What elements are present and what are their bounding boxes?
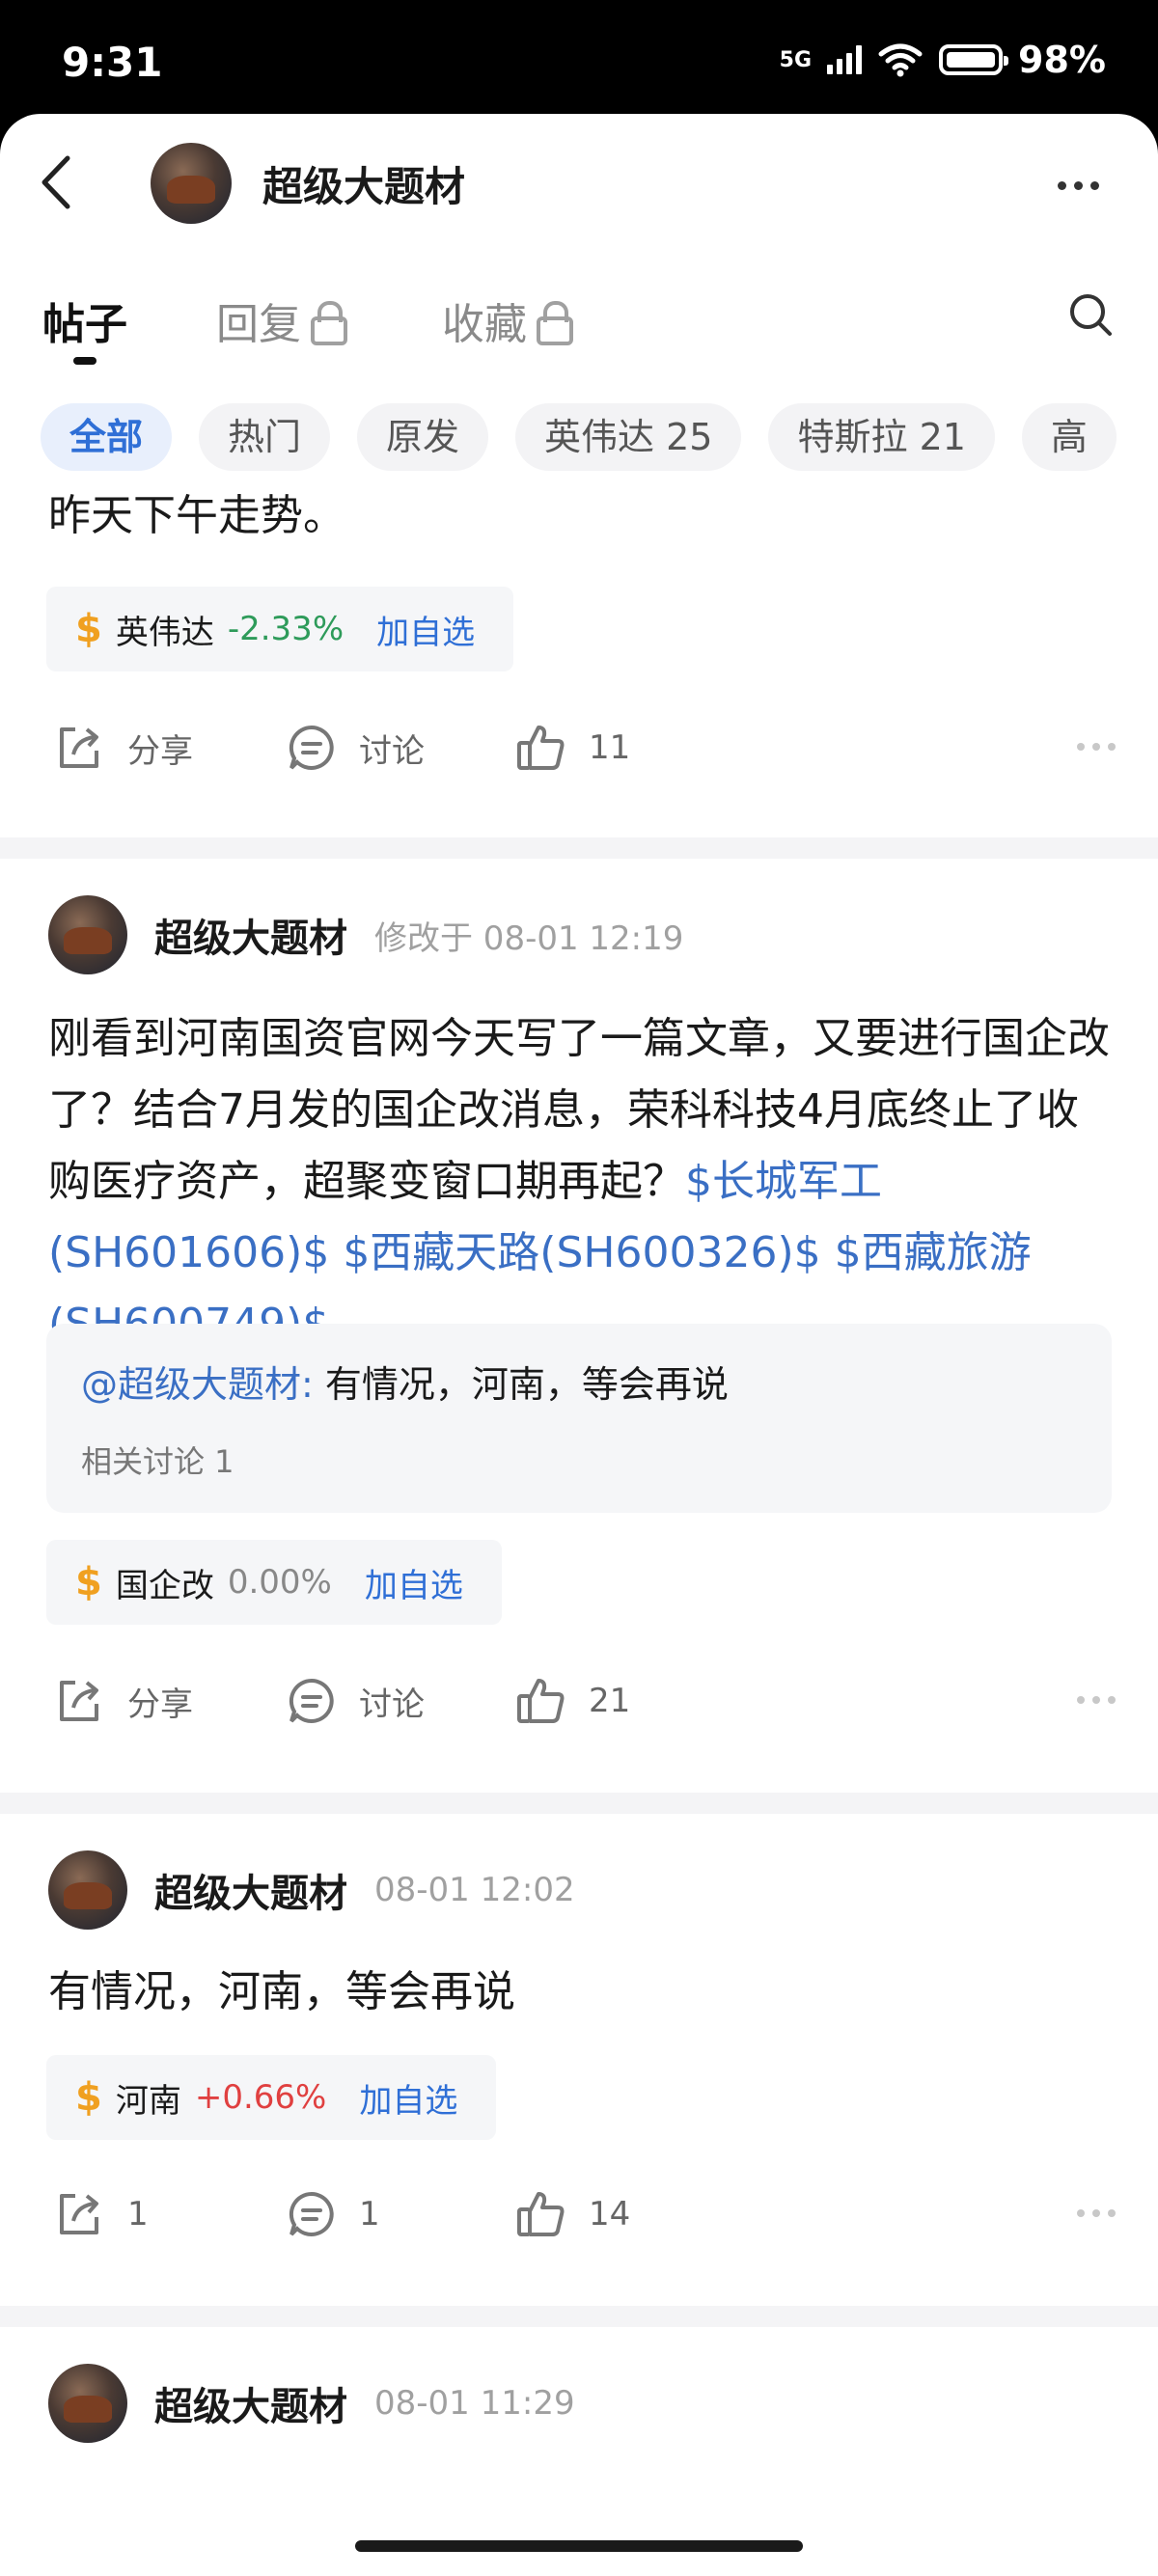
active-tab-indicator [73, 357, 96, 365]
add-watchlist-button[interactable]: 加自选 [359, 2074, 457, 2122]
chip-nvidia[interactable]: 英伟达 25 [515, 403, 742, 471]
lock-icon [537, 301, 573, 345]
dollar-icon: $ [75, 1560, 102, 1604]
like-button[interactable]: 11 [515, 722, 630, 774]
share-button[interactable]: 分享 [54, 722, 193, 774]
chip-tesla[interactable]: 特斯拉 21 [768, 403, 995, 471]
chip-original[interactable]: 原发 [357, 403, 489, 471]
thumbs-up-icon [517, 2192, 565, 2236]
post-time: 08-01 11:29 [374, 2384, 575, 2423]
share-button[interactable]: 分享 [54, 1675, 193, 1727]
discuss-button[interactable]: 1 [286, 2188, 380, 2240]
divider [0, 2306, 1158, 2327]
tab-posts[interactable]: 帖子 [42, 289, 127, 351]
quoted-reply[interactable]: @超级大题材: 有情况，河南，等会再说 相关讨论 1 [46, 1324, 1112, 1513]
thumbs-up-icon [517, 726, 565, 770]
chip-all[interactable]: 全部 [41, 403, 173, 471]
more-icon[interactable] [1077, 743, 1116, 751]
stock-name: 国企改 [115, 1566, 214, 1605]
status-time: 9:31 [62, 39, 163, 86]
like-button[interactable]: 21 [515, 1675, 630, 1727]
post-actions: 分享 讨论 11 [54, 722, 1116, 789]
status-icons: 5G 98% [780, 39, 1106, 81]
thumbs-up-icon [517, 1679, 565, 1723]
wifi-icon [878, 43, 923, 77]
stock-change: +0.66% [194, 2078, 327, 2117]
tab-replies[interactable]: 回复 [216, 289, 347, 351]
post-text: 刚看到河南国资官网今天写了一篇文章，又要进行国企改了？结合7月发的国企改消息，荣… [48, 1003, 1119, 1360]
related-discussion[interactable]: 相关讨论 1 [81, 1438, 234, 1482]
add-watchlist-button[interactable]: 加自选 [365, 1559, 463, 1606]
author-avatar[interactable] [48, 895, 127, 974]
signal-icon [827, 45, 863, 74]
more-options-icon[interactable] [1058, 181, 1099, 190]
stock-change: -2.33% [227, 610, 345, 648]
divider [0, 837, 1158, 859]
battery-level: 98% [1018, 39, 1106, 81]
status-bar: 9:31 5G 98% [0, 0, 1158, 114]
stock-link[interactable]: $西藏天路(SH600326)$ [343, 1228, 820, 1277]
profile-avatar[interactable] [151, 143, 232, 224]
discuss-button[interactable]: 讨论 [286, 1675, 425, 1727]
tab-favorites[interactable]: 收藏 [442, 289, 573, 351]
chip-more[interactable]: 高 [1021, 403, 1117, 471]
dollar-icon: $ [75, 607, 102, 651]
stock-name: 英伟达 [115, 613, 214, 652]
profile-name: 超级大题材 [262, 163, 466, 210]
network-label: 5G [779, 47, 813, 72]
post-time: 修改于 08-01 12:19 [374, 918, 684, 958]
share-icon [60, 2194, 98, 2234]
author-avatar[interactable] [48, 2364, 127, 2443]
add-watchlist-button[interactable]: 加自选 [376, 606, 475, 653]
post-time: 08-01 12:02 [374, 1871, 575, 1909]
lock-icon [311, 301, 347, 345]
share-icon [60, 727, 98, 768]
stock-change: 0.00% [227, 1563, 332, 1602]
stock-tag[interactable]: $ 国企改 0.00% 加自选 [46, 1540, 502, 1625]
tab-bar: 帖子 回复 收藏 [0, 278, 1158, 365]
post-actions: 1 1 14 [54, 2188, 1116, 2256]
chip-hot[interactable]: 热门 [199, 403, 331, 471]
quote-line: @超级大题材: 有情况，河南，等会再说 [81, 1363, 729, 1406]
divider [0, 1793, 1158, 1814]
back-arrow-icon[interactable] [37, 152, 75, 212]
share-icon [60, 1681, 98, 1721]
share-button[interactable]: 1 [54, 2188, 149, 2240]
more-icon[interactable] [1077, 1696, 1116, 1704]
post-meta: 超级大题材 08-01 12:02 [48, 1850, 575, 1930]
stock-name: 河南 [115, 2081, 181, 2121]
author-avatar[interactable] [48, 1850, 127, 1930]
stock-tag[interactable]: $ 英伟达 -2.33% 加自选 [46, 587, 514, 671]
discuss-button[interactable]: 讨论 [286, 722, 425, 774]
home-indicator[interactable] [355, 2540, 803, 2552]
mention-link[interactable]: @超级大题材: [81, 1363, 314, 1406]
post-meta: 超级大题材 08-01 11:29 [48, 2364, 575, 2443]
more-icon[interactable] [1077, 2209, 1116, 2217]
dollar-icon: $ [75, 2075, 102, 2120]
battery-icon [939, 44, 1009, 75]
app-screen: 超级大题材 帖子 回复 收藏 全部 热门 原发 英伟达 25 特斯拉 21 高 … [0, 114, 1158, 2576]
search-icon[interactable] [1067, 291, 1114, 338]
post-text: 昨天下午走势。 [48, 491, 345, 540]
comment-icon [289, 725, 334, 770]
comment-icon [289, 1678, 334, 1723]
author-name[interactable]: 超级大题材 [154, 2375, 347, 2431]
like-button[interactable]: 14 [515, 2188, 630, 2240]
post-text: 有情况，河南，等会再说 [48, 1967, 515, 2016]
post-meta: 超级大题材 修改于 08-01 12:19 [48, 895, 683, 974]
post-actions: 分享 讨论 21 [54, 1675, 1116, 1742]
stock-tag[interactable]: $ 河南 +0.66% 加自选 [46, 2055, 497, 2140]
author-name[interactable]: 超级大题材 [154, 907, 347, 963]
comment-icon [289, 2191, 334, 2236]
filter-chips: 全部 热门 原发 英伟达 25 特斯拉 21 高 [41, 403, 1117, 471]
author-name[interactable]: 超级大题材 [154, 1862, 347, 1918]
